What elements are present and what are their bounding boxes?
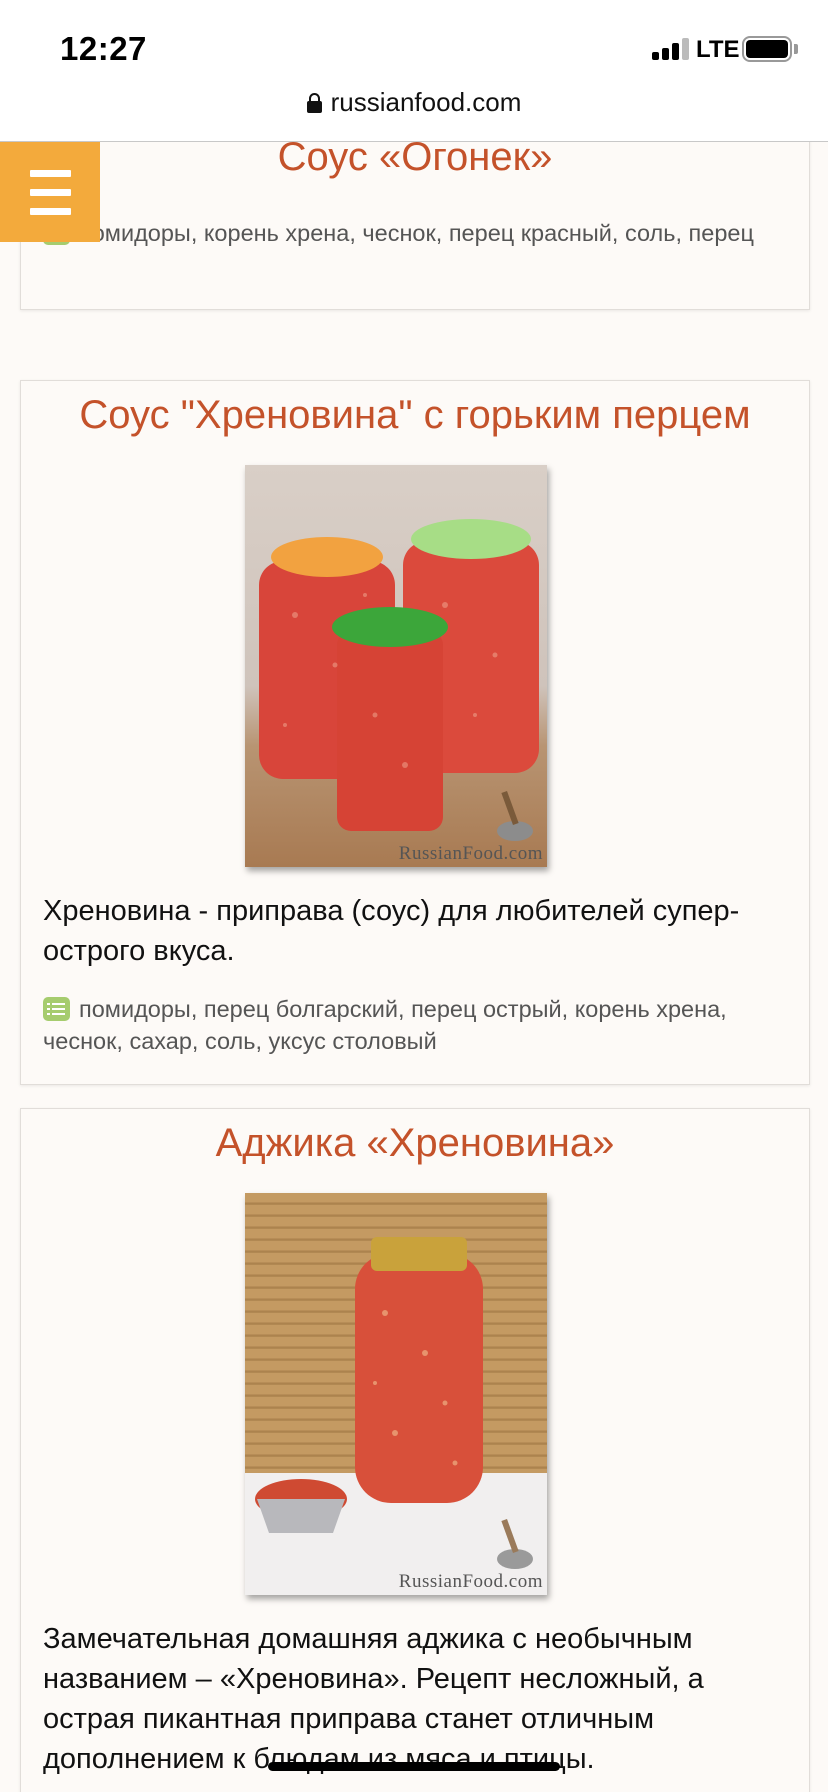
recipe-card[interactable]: Соус "Хреновина" с горьким перцем Russia… <box>20 380 810 1085</box>
home-indicator[interactable] <box>268 1762 560 1771</box>
clock: 12:27 <box>60 30 147 67</box>
recipe-photo[interactable]: RussianFood.com <box>245 465 547 867</box>
url-display[interactable]: russianfood.com <box>0 86 828 118</box>
network-type: LTE <box>696 36 740 63</box>
recipe-title[interactable]: Соус «Огонек» <box>21 142 809 181</box>
recipe-ingredients: помидоры, перец болгарский, перец острый… <box>43 993 793 1057</box>
ingredients-text: помидоры, перец болгарский, перец острый… <box>43 996 727 1054</box>
recipe-card[interactable]: Аджика «Хреновина» RussianFood.com Замеч… <box>20 1108 810 1792</box>
menu-button[interactable] <box>0 142 100 242</box>
jar-image <box>245 1237 547 1595</box>
recipe-ingredients: помидоры, корень хрена, чеснок, перец кр… <box>43 217 793 249</box>
recipe-description: Хреновина - приправа (соус) для любителе… <box>43 895 740 967</box>
address-bar[interactable]: russianfood.com <box>0 86 828 142</box>
battery-icon <box>742 36 792 62</box>
recipe-card[interactable]: Соус «Огонек» помидоры, корень хрена, че… <box>20 142 810 310</box>
url-text: russianfood.com <box>330 87 522 117</box>
lock-icon <box>306 93 322 113</box>
photo-watermark: RussianFood.com <box>398 843 543 864</box>
recipe-title[interactable]: Аджика «Хреновина» <box>21 1119 809 1167</box>
page-content: Соус «Огонек» помидоры, корень хрена, че… <box>0 142 828 1792</box>
ingredients-text: помидоры, корень хрена, чеснок, перец кр… <box>79 220 754 246</box>
battery-cap <box>794 44 798 54</box>
ingredients-list-icon <box>43 997 70 1021</box>
cellular-signal-icon <box>652 38 690 60</box>
recipe-description: Замечательная домашняя аджика с необычны… <box>43 1623 704 1775</box>
jars-image <box>259 519 539 841</box>
recipe-title[interactable]: Соус "Хреновина" с горьким перцем <box>21 391 809 439</box>
status-bar: 12:27 LTE <box>0 0 828 96</box>
photo-watermark: RussianFood.com <box>398 1571 543 1592</box>
recipe-photo[interactable]: RussianFood.com <box>245 1193 547 1595</box>
